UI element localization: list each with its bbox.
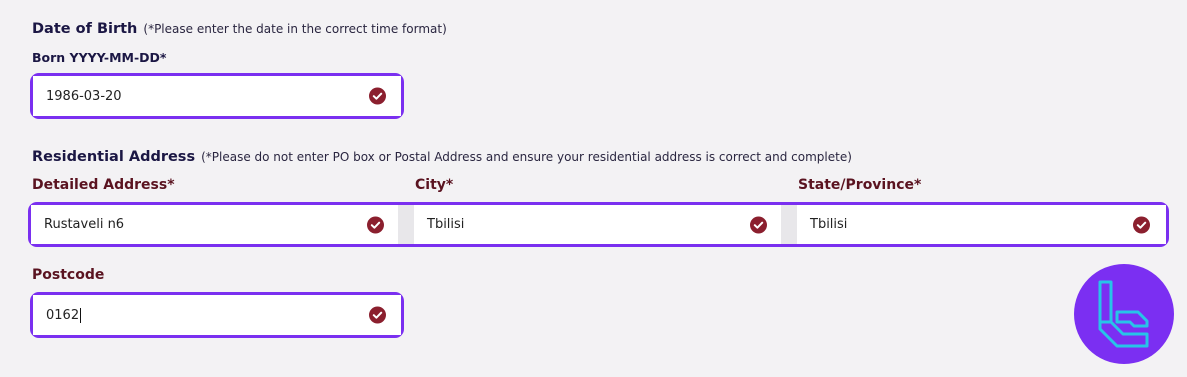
- state-label: State/Province*: [798, 177, 922, 193]
- dob-format-label: Born YYYY-MM-DD*: [32, 50, 167, 65]
- detailed-address-input[interactable]: Rustaveli n6: [31, 205, 398, 244]
- city-label: City*: [415, 177, 454, 193]
- field-gap: [781, 205, 797, 244]
- address-title: Residential Address: [32, 149, 196, 165]
- check-circle-icon: [750, 216, 767, 233]
- check-circle-icon: [369, 306, 386, 324]
- postcode-value: 0162: [46, 307, 80, 323]
- address-row-frame: Rustaveli n6 Tbilisi Tbilisi: [28, 202, 1169, 247]
- check-circle-icon: [367, 216, 384, 233]
- postcode-input[interactable]: 0162: [33, 295, 401, 335]
- detailed-address-label: Detailed Address*: [32, 177, 175, 193]
- postcode-label: Postcode: [32, 267, 105, 283]
- city-input[interactable]: Tbilisi: [414, 205, 781, 244]
- dob-title: Date of Birth: [32, 21, 138, 37]
- dob-hint: (*Please enter the date in the correct t…: [143, 22, 447, 36]
- dob-input[interactable]: 1986-03-20: [33, 76, 401, 116]
- dob-field-frame: 1986-03-20: [30, 73, 404, 119]
- state-input[interactable]: Tbilisi: [797, 205, 1166, 244]
- check-circle-icon: [369, 87, 386, 105]
- address-section-title: Residential Address (*Please do not enter…: [32, 149, 852, 165]
- text-cursor: [80, 307, 82, 323]
- brand-logo-icon: [1074, 264, 1174, 364]
- field-gap: [398, 205, 414, 244]
- address-hint: (*Please do not enter PO box or Postal A…: [201, 150, 852, 164]
- check-circle-icon: [1133, 216, 1150, 233]
- dob-section-title: Date of Birth (*Please enter the date in …: [32, 21, 447, 37]
- postcode-field-frame: 0162: [30, 292, 404, 338]
